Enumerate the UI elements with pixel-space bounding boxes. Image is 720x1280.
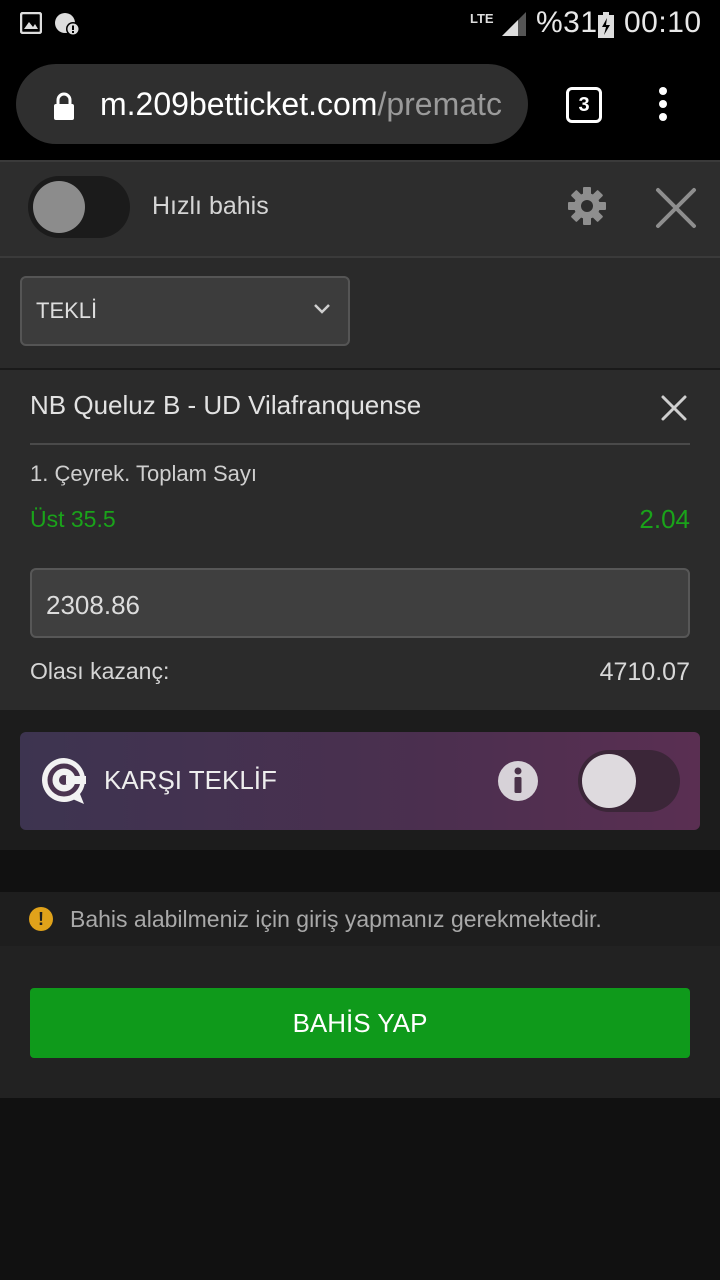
url-host: m.209betticket.com	[100, 86, 378, 122]
clock: 00:10	[624, 6, 702, 39]
warning-icon: !	[29, 907, 53, 931]
data-saver-alert-icon	[55, 13, 80, 36]
gallery-icon	[20, 12, 42, 34]
quick-bet-toggle-knob[interactable]	[33, 181, 85, 233]
gear-icon[interactable]	[567, 186, 607, 226]
url-path: /prematc	[377, 86, 502, 122]
stake-value[interactable]: 2308.86	[46, 590, 140, 621]
lock-icon	[54, 92, 74, 120]
battery-charging-icon	[598, 12, 614, 38]
tab-switcher-button[interactable]: 3	[566, 87, 602, 123]
signal-icon	[502, 12, 526, 36]
place-bet-button[interactable]: BAHİS YAP	[30, 988, 690, 1058]
selection-name: Üst 35.5	[30, 506, 116, 532]
url-text[interactable]: m.209betticket.com/prematc	[100, 86, 510, 123]
bet-type-selected-value: TEKLİ	[36, 298, 98, 323]
quick-bet-label: Hızlı bahis	[152, 192, 269, 220]
login-notice-text: Bahis alabilmeniz için giriş yapmanız ge…	[70, 906, 602, 932]
potential-win-value: 4710.07	[599, 658, 690, 686]
chevron-down-icon	[314, 304, 330, 314]
spacer	[0, 850, 720, 892]
network-type-label: LTE	[470, 11, 494, 26]
info-icon[interactable]	[497, 760, 539, 802]
counter-offer-toggle-knob[interactable]	[582, 754, 636, 808]
remove-bet-icon[interactable]	[660, 394, 688, 422]
market-name: 1. Çeyrek. Toplam Sayı	[30, 461, 258, 486]
close-betslip-icon[interactable]	[654, 186, 698, 230]
more-menu-icon[interactable]	[656, 86, 670, 122]
card-divider	[30, 443, 690, 445]
potential-win-label: Olası kazanç:	[30, 658, 170, 684]
match-title: NB Queluz B - UD Vilafranquense	[30, 390, 422, 420]
counter-offer-label: KARŞI TEKLİF	[104, 765, 277, 795]
counter-offer-logo-icon	[42, 758, 86, 804]
odds-value: 2.04	[639, 504, 690, 534]
battery-percent: %31	[536, 6, 598, 39]
